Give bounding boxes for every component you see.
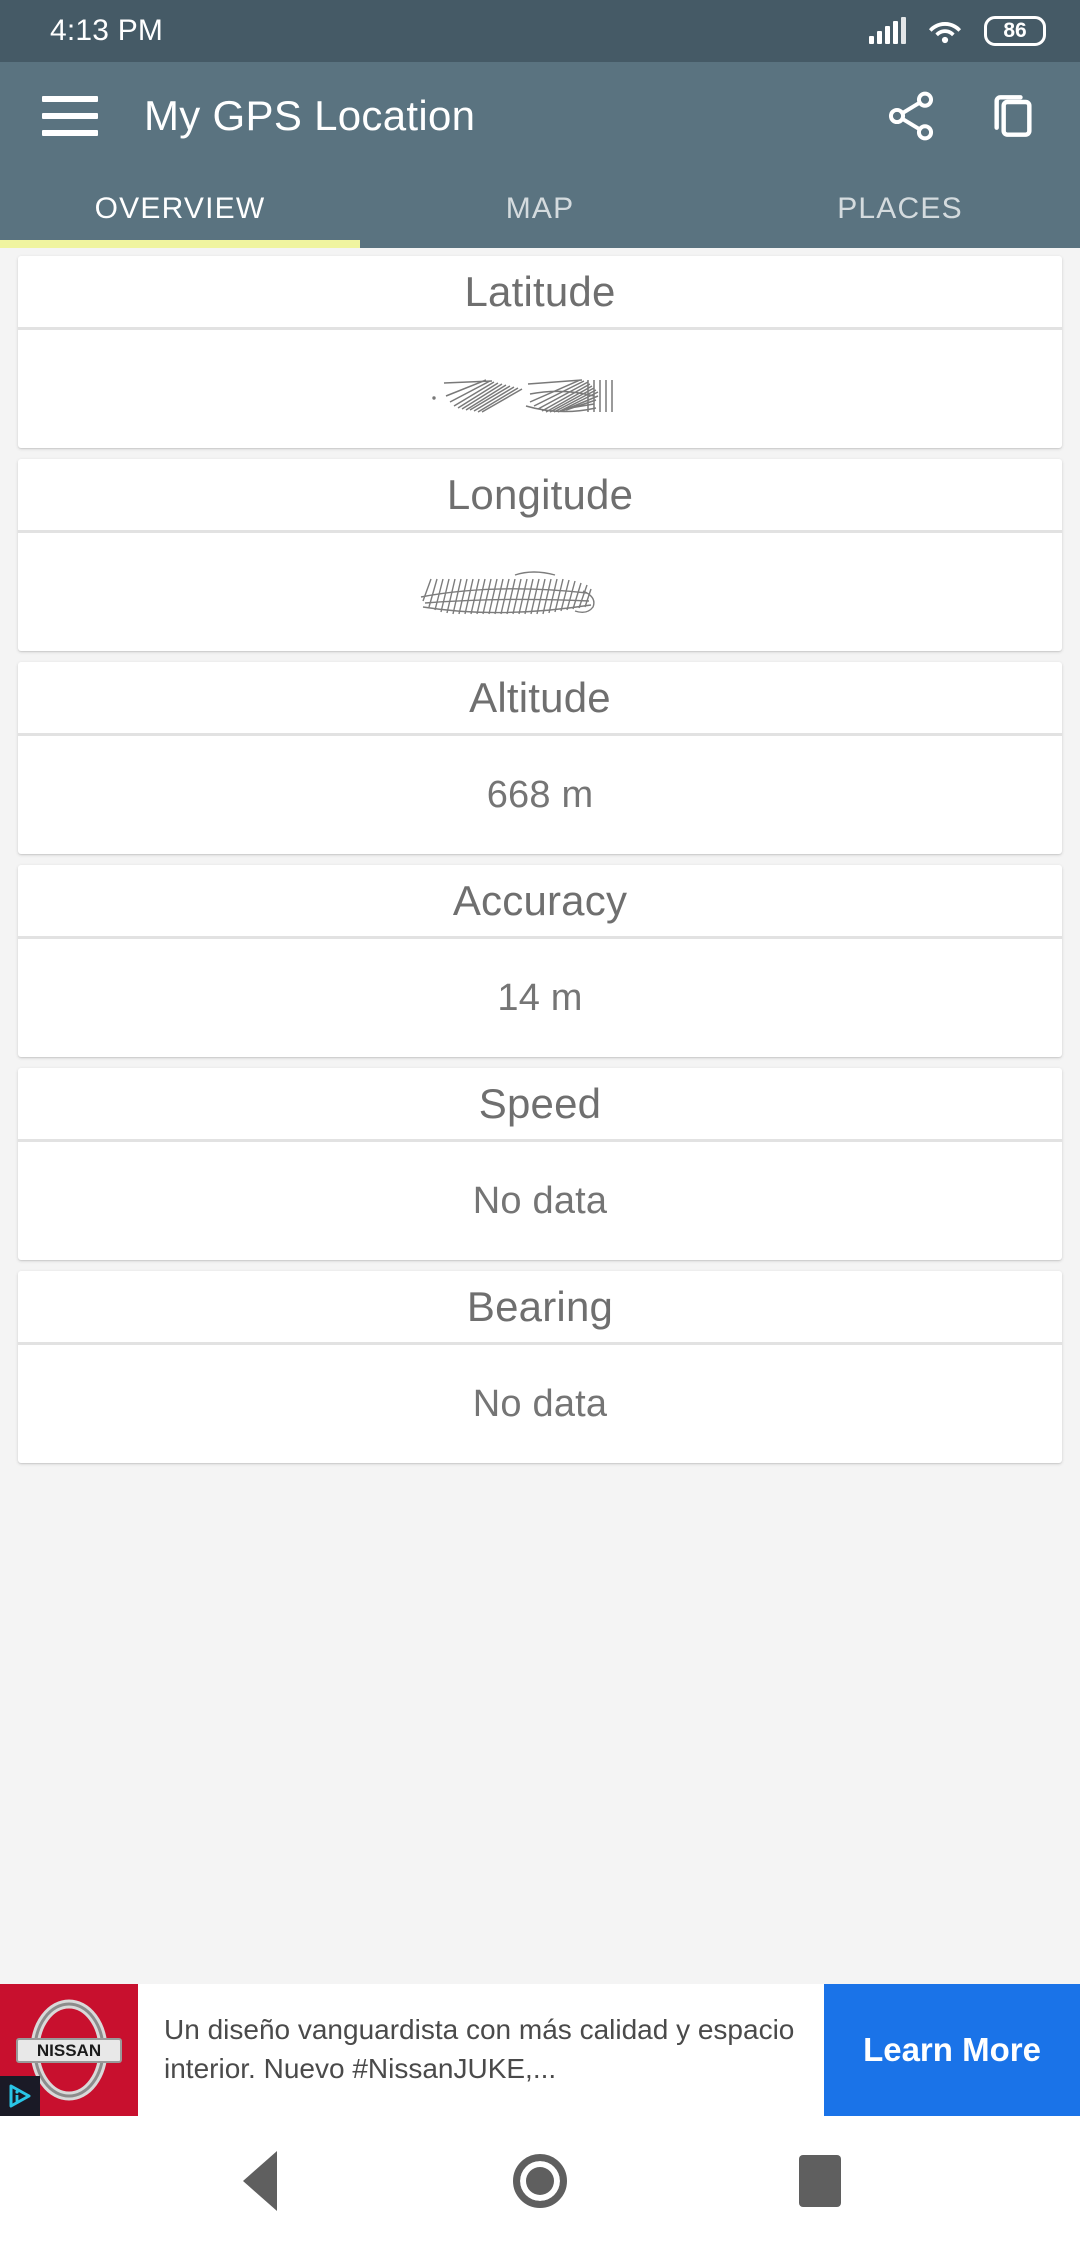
status-bar-icons: 86 bbox=[869, 16, 1046, 46]
app-bar: My GPS Location bbox=[0, 62, 1080, 170]
copy-icon[interactable] bbox=[980, 83, 1046, 149]
ad-brand-logo: NISSAN bbox=[0, 1984, 138, 2116]
card-value: 14 m bbox=[497, 976, 583, 1019]
svg-text:NISSAN: NISSAN bbox=[37, 2041, 101, 2060]
ad-body-text: Un diseño vanguardista con más calidad y… bbox=[164, 2014, 795, 2084]
phone-screen: 4:13 PM 86 My GPS Location OVERVIEW MAP … bbox=[0, 0, 1080, 2246]
learn-more-button[interactable]: Learn More bbox=[824, 1984, 1080, 2116]
card-accuracy[interactable]: Accuracy 14 m bbox=[18, 865, 1062, 1057]
adchoices-icon[interactable] bbox=[0, 2076, 40, 2116]
battery-icon: 86 bbox=[984, 16, 1046, 46]
overview-card-list: Latitude Longitude Altitude 668 m Accura… bbox=[0, 248, 1080, 1984]
card-longitude[interactable]: Longitude bbox=[18, 459, 1062, 651]
card-title: Altitude bbox=[18, 662, 1062, 736]
card-value: 668 m bbox=[486, 773, 594, 816]
card-value-redacted bbox=[18, 533, 1062, 651]
home-circle-icon[interactable] bbox=[485, 2126, 595, 2236]
recents-square-icon[interactable] bbox=[765, 2126, 875, 2236]
tab-places[interactable]: PLACES bbox=[720, 170, 1080, 248]
card-title: Speed bbox=[18, 1068, 1062, 1142]
share-icon[interactable] bbox=[878, 83, 944, 149]
card-title: Accuracy bbox=[18, 865, 1062, 939]
card-bearing[interactable]: Bearing No data bbox=[18, 1271, 1062, 1463]
page-title: My GPS Location bbox=[144, 92, 476, 139]
card-title: Longitude bbox=[18, 459, 1062, 533]
card-altitude[interactable]: Altitude 668 m bbox=[18, 662, 1062, 854]
card-latitude[interactable]: Latitude bbox=[18, 256, 1062, 448]
back-triangle-icon[interactable] bbox=[205, 2126, 315, 2236]
battery-level-label: 86 bbox=[1003, 19, 1027, 42]
card-value: No data bbox=[472, 1179, 608, 1222]
cellular-signal-icon bbox=[869, 17, 906, 44]
tab-overview[interactable]: OVERVIEW bbox=[0, 170, 360, 248]
card-value: No data bbox=[472, 1382, 608, 1425]
ad-banner[interactable]: NISSAN Un diseño vanguardista con más ca… bbox=[0, 1984, 1080, 2116]
card-title: Latitude bbox=[18, 256, 1062, 330]
system-navigation-bar bbox=[0, 2116, 1080, 2246]
card-value-redacted bbox=[18, 330, 1062, 448]
status-bar: 4:13 PM 86 bbox=[0, 0, 1080, 62]
wifi-icon bbox=[928, 18, 962, 44]
card-speed[interactable]: Speed No data bbox=[18, 1068, 1062, 1260]
hamburger-menu-icon[interactable] bbox=[38, 87, 98, 145]
tab-bar: OVERVIEW MAP PLACES bbox=[0, 170, 1080, 248]
card-title: Bearing bbox=[18, 1271, 1062, 1345]
app-bar-actions bbox=[878, 83, 1046, 149]
tab-map[interactable]: MAP bbox=[360, 170, 720, 248]
status-bar-clock: 4:13 PM bbox=[50, 14, 164, 47]
